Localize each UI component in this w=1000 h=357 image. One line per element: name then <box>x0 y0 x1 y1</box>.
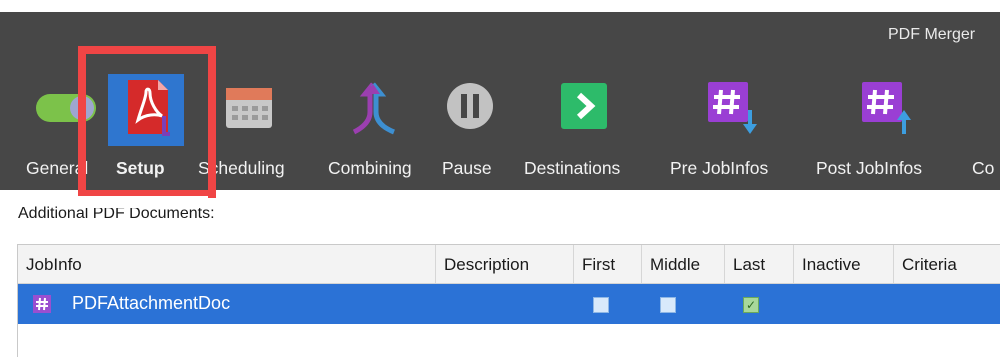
column-header-description[interactable]: Description <box>436 245 574 283</box>
toolbar-label-clipped: Co <box>972 158 995 178</box>
jobinfo-hash-icon <box>33 295 51 313</box>
toolbar-item-destinations[interactable]: Destinations <box>524 70 648 188</box>
toolbar-label-post-jobinfos: Post JobInfos <box>816 158 923 178</box>
calendar-icon <box>226 88 272 128</box>
column-header-middle[interactable]: Middle <box>642 245 725 283</box>
highlight-annotation-box <box>78 46 216 198</box>
first-checkbox[interactable] <box>593 297 609 313</box>
merge-arrows-icon <box>352 82 395 135</box>
arrow-right-box-icon <box>561 83 607 129</box>
toolbar-item-post-jobinfos[interactable]: Post JobInfos <box>816 70 954 188</box>
table-row[interactable]: PDFAttachmentDoc ✓ <box>18 284 1000 324</box>
hash-down-icon <box>708 82 757 134</box>
toolbar-label-combining: Combining <box>328 158 412 178</box>
table-header: JobInfo Description First Middle Last In… <box>18 245 1000 284</box>
column-header-jobinfo[interactable]: JobInfo <box>18 245 436 283</box>
last-checkbox[interactable]: ✓ <box>743 297 759 313</box>
annotation-overlap <box>70 196 208 208</box>
toolbar-item-clipped[interactable]: Co <box>972 70 1000 188</box>
pause-circle-icon <box>447 83 493 129</box>
hash-up-icon <box>862 82 911 134</box>
jobinfo-table: JobInfo Description First Middle Last In… <box>17 244 1000 357</box>
app-title: PDF Merger <box>888 26 976 43</box>
toolbar-label-destinations: Destinations <box>524 158 621 178</box>
column-header-last[interactable]: Last <box>725 245 794 283</box>
window-top-strip <box>0 0 1000 12</box>
toolbar-item-pre-jobinfos[interactable]: Pre JobInfos <box>666 70 798 188</box>
toolbar-item-pause[interactable]: Pause <box>438 70 504 188</box>
column-header-criteria[interactable]: Criteria <box>894 245 1000 283</box>
jobinfo-name: PDFAttachmentDoc <box>72 293 231 313</box>
column-header-inactive[interactable]: Inactive <box>794 245 894 283</box>
middle-checkbox[interactable] <box>660 297 676 313</box>
column-header-first[interactable]: First <box>574 245 642 283</box>
toolbar-item-combining[interactable]: Combining <box>324 70 428 188</box>
toolbar-label-pause: Pause <box>442 158 492 178</box>
toolbar-label-pre-jobinfos: Pre JobInfos <box>670 158 769 178</box>
